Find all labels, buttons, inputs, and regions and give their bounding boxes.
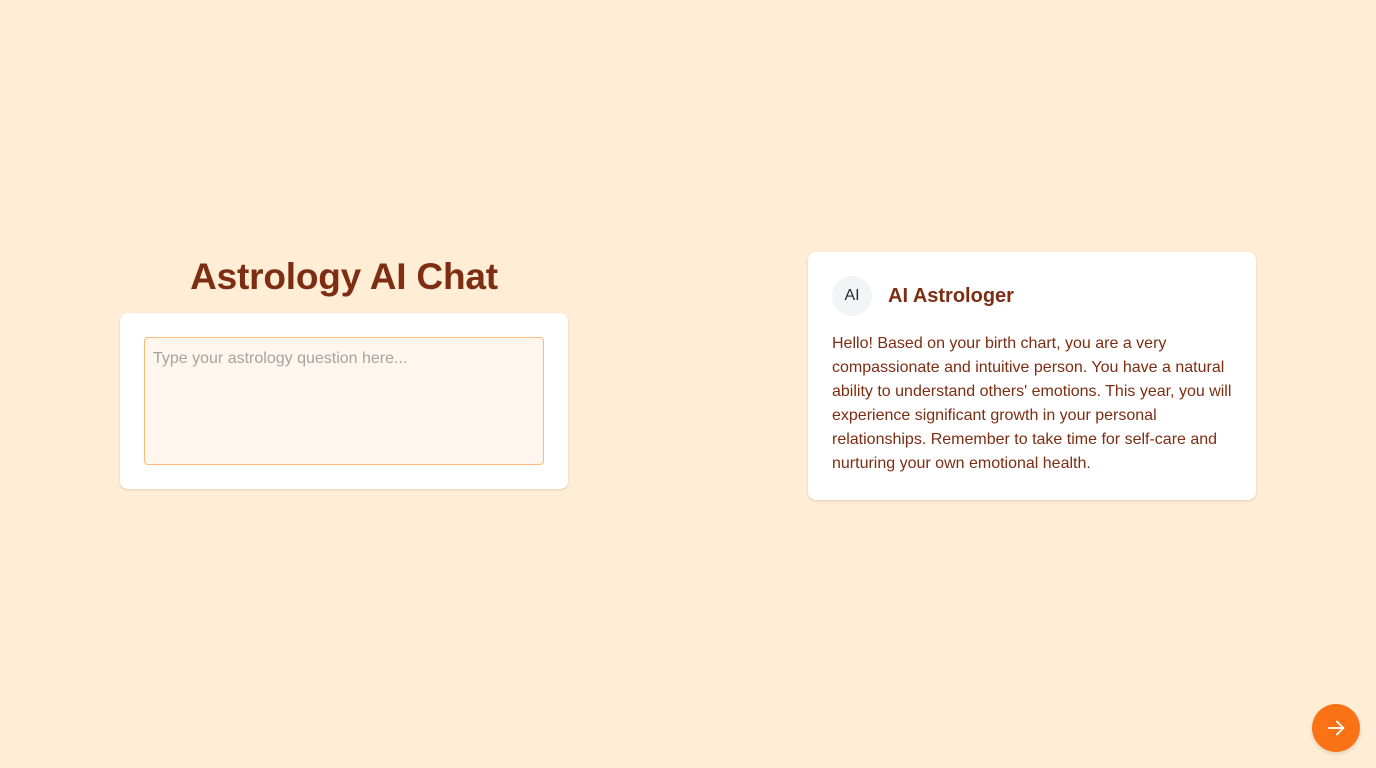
arrow-right-icon (1325, 717, 1347, 739)
sender-name: AI Astrologer (888, 284, 1014, 307)
response-message: Hello! Based on your birth chart, you ar… (832, 335, 1232, 472)
response-header: AI AI Astrologer (832, 276, 1232, 316)
question-input[interactable] (144, 337, 544, 465)
input-card (120, 313, 568, 489)
chat-input-panel: Astrology AI Chat (120, 252, 568, 489)
avatar: AI (832, 276, 872, 316)
page-title: Astrology AI Chat (190, 256, 498, 297)
send-button[interactable] (1312, 704, 1360, 752)
ai-response-card: AI AI Astrologer Hello! Based on your bi… (808, 252, 1256, 500)
